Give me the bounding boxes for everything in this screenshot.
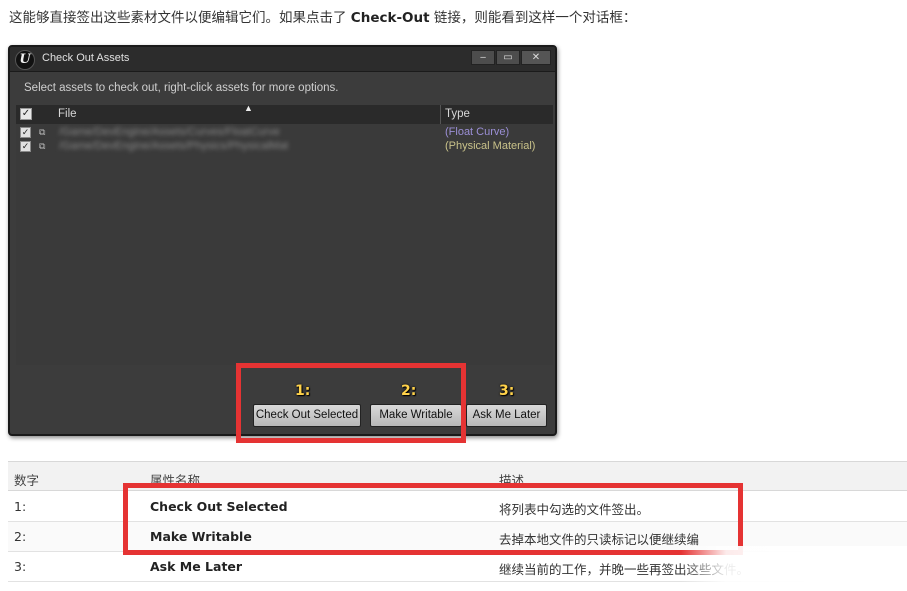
watermark-overlay: [681, 546, 907, 586]
unreal-logo-icon: U: [15, 50, 35, 70]
asset-type: (Float Curve): [445, 126, 510, 138]
highlight-box-dialog-buttons: [236, 363, 466, 443]
window-controls: ‒ ▭ ✕: [471, 50, 551, 65]
asset-checkbox[interactable]: ✓: [20, 141, 31, 152]
column-file-header[interactable]: File: [58, 108, 77, 120]
row-number: 3:: [14, 559, 27, 574]
dialog-instructions: Select assets to check out, right-click …: [24, 82, 339, 94]
dialog-titlebar[interactable]: U Check Out Assets ‒ ▭ ✕: [10, 47, 555, 72]
asset-row[interactable]: ✓ ⧉ /Game/DevEngine/Assets/Physics/Physi…: [16, 140, 553, 154]
header-number: 数字: [14, 473, 40, 488]
asset-icon: ⧉: [39, 127, 46, 137]
asset-path-blurred: /Game/DevEngine/Assets/Curves/FloatCurve: [59, 126, 280, 138]
close-button[interactable]: ✕: [521, 50, 551, 65]
asset-list: ✓ File ▲ Type ✓ ⧉ /Game/DevEngine/Assets…: [16, 103, 553, 365]
row-number: 2:: [14, 529, 27, 544]
select-all-checkbox[interactable]: ✓: [20, 108, 32, 120]
dialog-title: Check Out Assets: [42, 52, 130, 64]
asset-list-header: ✓ File ▲ Type: [16, 103, 553, 124]
ask-me-later-button[interactable]: Ask Me Later: [466, 404, 547, 427]
row-number: 1:: [14, 499, 27, 514]
asset-row[interactable]: ✓ ⧉ /Game/DevEngine/Assets/Curves/FloatC…: [16, 126, 553, 140]
asset-type: (Physical Material): [445, 140, 536, 152]
row-property: Ask Me Later: [150, 559, 243, 574]
intro-bold: Check-Out: [350, 10, 430, 26]
intro-after: 链接，则能看到这样一个对话框：: [429, 10, 637, 26]
highlight-box-table-rows: [123, 483, 743, 555]
asset-icon: ⧉: [39, 141, 46, 151]
column-divider[interactable]: [440, 105, 441, 124]
asset-checkbox[interactable]: ✓: [20, 127, 31, 138]
intro-before: 这能够直接签出这些素材文件以便编辑它们。如果点击了: [9, 10, 351, 26]
step-label-3: 3:: [499, 383, 515, 399]
maximize-button[interactable]: ▭: [496, 50, 520, 65]
intro-text: 这能够直接签出这些素材文件以便编辑它们。如果点击了 Check-Out 链接，则…: [9, 6, 636, 26]
sort-ascending-icon: ▲: [244, 103, 253, 113]
asset-path-blurred: /Game/DevEngine/Assets/Physics/PhysicalM…: [59, 140, 289, 152]
column-type-header[interactable]: Type: [445, 108, 470, 120]
minimize-button[interactable]: ‒: [471, 50, 495, 65]
